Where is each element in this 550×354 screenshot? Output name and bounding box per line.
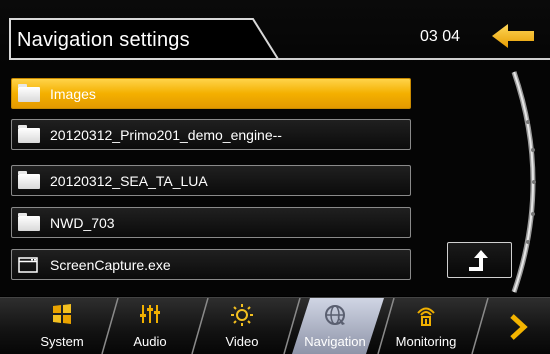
file-row-sea-ta-lua[interactable]: 20120312_SEA_TA_LUA (11, 165, 411, 196)
tab-navigation[interactable]: Navigation (292, 298, 378, 354)
file-row-nwd-703[interactable]: NWD_703 (11, 207, 411, 238)
file-row-images[interactable]: Images (11, 78, 411, 109)
tab-label: Video (225, 334, 259, 349)
file-row-label: NWD_703 (50, 215, 115, 231)
file-row-screencapture[interactable]: ScreenCapture.exe (11, 249, 411, 280)
tab-audio[interactable]: Audio (108, 298, 192, 354)
globe-icon (325, 305, 345, 325)
next-page-button[interactable] (490, 298, 546, 354)
executable-file-icon (18, 257, 38, 273)
tab-monitoring[interactable]: Monitoring (380, 298, 472, 354)
chevron-right-icon (510, 314, 528, 340)
title-tab: Navigation settings (8, 17, 298, 61)
tab-label: Navigation (304, 334, 366, 349)
tab-label: Monitoring (395, 334, 457, 349)
brightness-icon (231, 304, 253, 326)
file-row-label: 20120312_SEA_TA_LUA (50, 173, 208, 189)
tab-label: Audio (133, 334, 167, 349)
tab-system[interactable]: System (20, 298, 104, 354)
system-windows-icon (53, 304, 71, 324)
bottom-tab-bar: System Audio Video Navigation Monitoring (0, 297, 550, 354)
up-level-arrow-icon (469, 250, 488, 271)
file-row-label: Images (50, 86, 96, 102)
monitoring-icon (417, 307, 435, 326)
file-row-primo-demo[interactable]: 20120312_Primo201_demo_engine-- (11, 119, 411, 150)
file-row-label: 20120312_Primo201_demo_engine-- (50, 127, 282, 143)
page-indicator: 03 04 (420, 28, 461, 45)
back-arrow-icon[interactable] (490, 22, 538, 50)
tab-separator (471, 298, 489, 354)
page-title: Navigation settings (17, 29, 190, 51)
tab-label: System (40, 334, 84, 349)
folder-icon (18, 125, 40, 143)
equalizer-icon (140, 305, 160, 323)
tab-video[interactable]: Video (198, 298, 286, 354)
header-bar: Navigation settings 03 04 (0, 0, 550, 66)
folder-icon (18, 84, 40, 102)
header-divider (278, 58, 550, 60)
folder-icon (18, 171, 40, 189)
file-row-label: ScreenCapture.exe (50, 257, 171, 273)
folder-icon (18, 213, 40, 231)
up-level-button[interactable] (447, 242, 512, 278)
